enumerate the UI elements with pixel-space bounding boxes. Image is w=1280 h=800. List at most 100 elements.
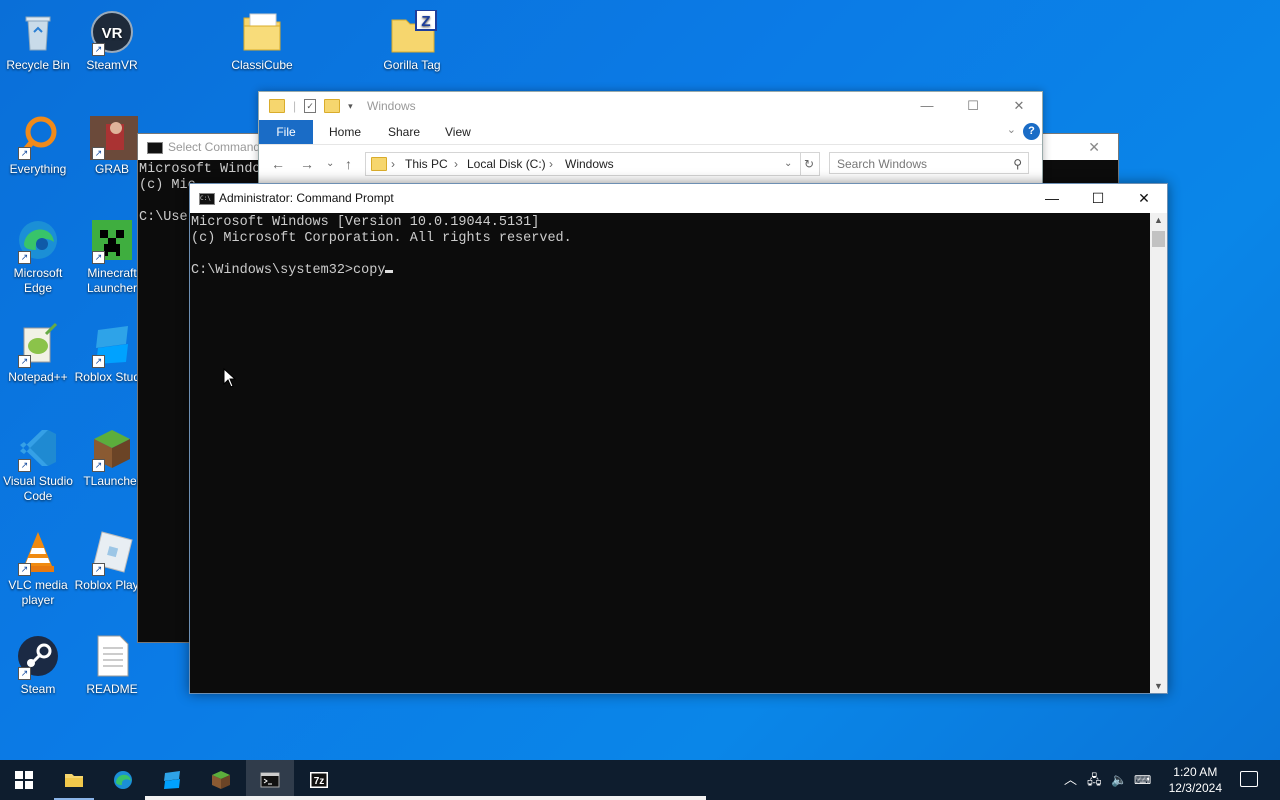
volume-icon[interactable]: 🔈 bbox=[1111, 760, 1127, 800]
shortcut-arrow-icon: ↗ bbox=[18, 667, 31, 680]
scrollbar-thumb[interactable] bbox=[1152, 231, 1165, 247]
recent-locations-chevron-icon[interactable]: ⌄ bbox=[326, 158, 334, 169]
admin-cmd-window[interactable]: C:\ Administrator: Command Prompt — ☐ ✕ … bbox=[189, 183, 1168, 694]
maximize-icon[interactable]: ☐ bbox=[950, 92, 996, 120]
up-arrow-icon[interactable]: ↑ bbox=[345, 156, 352, 172]
desktop-icon-vscode[interactable]: ↗ Visual Studio Code bbox=[0, 420, 76, 504]
minimize-icon[interactable]: — bbox=[1029, 184, 1075, 213]
desktop-icon-everything[interactable]: ↗ Everything bbox=[0, 108, 76, 177]
caption-buttons: — ☐ ✕ bbox=[904, 92, 1042, 120]
desktop-icon-classicube[interactable]: ClassiCube bbox=[224, 4, 300, 73]
file-explorer-icon bbox=[65, 774, 83, 787]
new-folder-icon[interactable] bbox=[324, 99, 341, 113]
desktop-icon-label: Notepad++ bbox=[8, 370, 68, 384]
desktop-icon-steam[interactable]: ↗ Steam bbox=[0, 628, 76, 697]
window-title: Administrator: Command Prompt bbox=[219, 191, 394, 205]
scroll-down-arrow-icon[interactable]: ▼ bbox=[1150, 681, 1167, 691]
forward-arrow-icon[interactable]: → bbox=[300, 156, 314, 172]
close-icon[interactable]: ✕ bbox=[1121, 184, 1167, 213]
close-icon[interactable]: ✕ bbox=[1088, 134, 1100, 160]
start-button[interactable] bbox=[0, 760, 48, 800]
cmd-icon bbox=[147, 142, 163, 154]
desktop-icon-label: ClassiCube bbox=[231, 58, 293, 72]
command-prompt-icon bbox=[260, 772, 280, 788]
network-icon[interactable]: 🖧 bbox=[1087, 760, 1102, 800]
desktop-icon-label: Everything bbox=[9, 162, 67, 176]
screen-artifact-bar bbox=[145, 796, 706, 800]
tab-file[interactable]: File bbox=[259, 120, 313, 144]
file-explorer-window[interactable]: | ✓ ▾ Windows — ☐ ✕ File Home Share View… bbox=[258, 91, 1043, 185]
steamvr-icon: VR ↗ bbox=[90, 10, 134, 56]
console-output[interactable]: Microsoft Windows [Version 10.0.19044.51… bbox=[190, 213, 1150, 693]
shortcut-arrow-icon: ↗ bbox=[18, 563, 31, 576]
address-dropdown-chevron-icon[interactable]: ⌄ bbox=[784, 153, 792, 175]
taskbar-roblox-studio[interactable] bbox=[148, 760, 196, 800]
vertical-scrollbar[interactable]: ▲ ▼ bbox=[1150, 213, 1167, 693]
edge-icon bbox=[114, 771, 132, 789]
taskbar-file-explorer[interactable] bbox=[50, 760, 98, 800]
window-titlebar[interactable]: C:\ Administrator: Command Prompt — ☐ ✕ bbox=[190, 184, 1167, 213]
desktop-icon-label: README bbox=[86, 682, 138, 696]
mouse-pointer-icon bbox=[223, 368, 237, 388]
shortcut-arrow-icon: ↗ bbox=[92, 563, 105, 576]
steam-icon: ↗ bbox=[16, 634, 60, 680]
desktop-icon-steamvr[interactable]: VR ↗ SteamVR bbox=[74, 4, 150, 73]
desktop-icon-gorilla-tag[interactable]: Z Gorilla Tag bbox=[374, 4, 450, 73]
shortcut-arrow-icon: ↗ bbox=[92, 251, 105, 264]
address-row: ← → ⌄ ↑ › This PC › Local Disk (C:) › Wi… bbox=[259, 144, 1042, 183]
taskbar: 7z ︿ 🖧 🔈 ⌨ 1:20 AM 12/3/2024 bbox=[0, 760, 1280, 800]
zip-folder-icon: Z bbox=[390, 9, 437, 54]
expand-ribbon-chevron-icon[interactable]: ⌄ bbox=[1007, 123, 1016, 136]
breadcrumb-separator-icon: › bbox=[391, 157, 395, 171]
console-version-line: Microsoft Windows [Version 10.0.19044.51… bbox=[191, 215, 540, 230]
console-line: Microsoft Windo bbox=[139, 162, 261, 177]
edge-icon: ↗ bbox=[16, 218, 60, 264]
search-placeholder: Search Windows bbox=[837, 157, 928, 171]
vscode-icon: ↗ bbox=[16, 426, 60, 472]
minecraft-icon bbox=[212, 771, 230, 789]
console-copyright-line: (c) Microsoft Corporation. All rights re… bbox=[191, 231, 572, 246]
help-icon[interactable]: ? bbox=[1023, 123, 1040, 140]
properties-icon[interactable]: ✓ bbox=[304, 99, 317, 113]
everything-search-icon: ↗ bbox=[16, 114, 60, 160]
taskbar-minecraft[interactable] bbox=[197, 760, 245, 800]
roblox-player-icon: ↗ bbox=[90, 530, 134, 576]
shortcut-arrow-icon: ↗ bbox=[92, 147, 105, 160]
shortcut-arrow-icon: ↗ bbox=[92, 43, 105, 56]
address-bar[interactable]: › This PC › Local Disk (C:) › Windows ⌄ bbox=[365, 152, 801, 176]
maximize-icon[interactable]: ☐ bbox=[1075, 184, 1121, 213]
keyboard-icon[interactable]: ⌨ bbox=[1134, 760, 1151, 800]
notepadpp-icon: ↗ bbox=[16, 322, 60, 368]
7zip-icon: 7z bbox=[310, 772, 328, 788]
taskbar-7zip[interactable]: 7z bbox=[295, 760, 343, 800]
desktop-icon-notepadpp[interactable]: ↗ Notepad++ bbox=[0, 316, 76, 385]
taskbar-command-prompt[interactable] bbox=[246, 760, 294, 800]
minimize-icon[interactable]: — bbox=[904, 92, 950, 120]
desktop-icon-label: VLC media player bbox=[8, 578, 68, 607]
desktop-icon-recycle-bin[interactable]: Recycle Bin bbox=[0, 4, 76, 73]
refresh-icon[interactable]: ↻ bbox=[799, 152, 820, 176]
taskbar-edge[interactable] bbox=[99, 760, 147, 800]
breadcrumb-this-pc[interactable]: This PC bbox=[405, 153, 448, 175]
back-arrow-icon[interactable]: ← bbox=[271, 156, 285, 172]
desktop-icon-vlc[interactable]: ↗ VLC media player bbox=[0, 524, 76, 608]
recycle-bin-icon bbox=[16, 10, 60, 54]
notifications-icon[interactable] bbox=[1240, 771, 1258, 787]
breadcrumb-windows[interactable]: Windows bbox=[565, 153, 614, 175]
search-box[interactable]: Search Windows ⚲ bbox=[829, 152, 1029, 174]
customize-toolbar-chevron-icon[interactable]: ▾ bbox=[348, 101, 353, 112]
tab-view[interactable]: View bbox=[445, 120, 471, 144]
tab-home[interactable]: Home bbox=[329, 120, 361, 144]
svg-text:7z: 7z bbox=[314, 776, 325, 787]
tab-share[interactable]: Share bbox=[388, 120, 420, 144]
close-icon[interactable]: ✕ bbox=[996, 92, 1042, 120]
window-titlebar[interactable]: | ✓ ▾ Windows — ☐ ✕ bbox=[259, 92, 1042, 120]
desktop-icon-edge[interactable]: ↗ Microsoft Edge bbox=[0, 212, 76, 296]
clock[interactable]: 1:20 AM 12/3/2024 bbox=[1169, 764, 1222, 796]
breadcrumb-local-disk[interactable]: Local Disk (C:) bbox=[467, 153, 546, 175]
minecraft-creeper-icon: ↗ bbox=[90, 218, 134, 264]
scroll-up-arrow-icon[interactable]: ▲ bbox=[1150, 215, 1167, 225]
desktop-icon-label: Steam bbox=[20, 682, 56, 696]
show-hidden-icons-chevron-icon[interactable]: ︿ bbox=[1064, 760, 1077, 800]
window-title: Windows bbox=[367, 99, 416, 113]
